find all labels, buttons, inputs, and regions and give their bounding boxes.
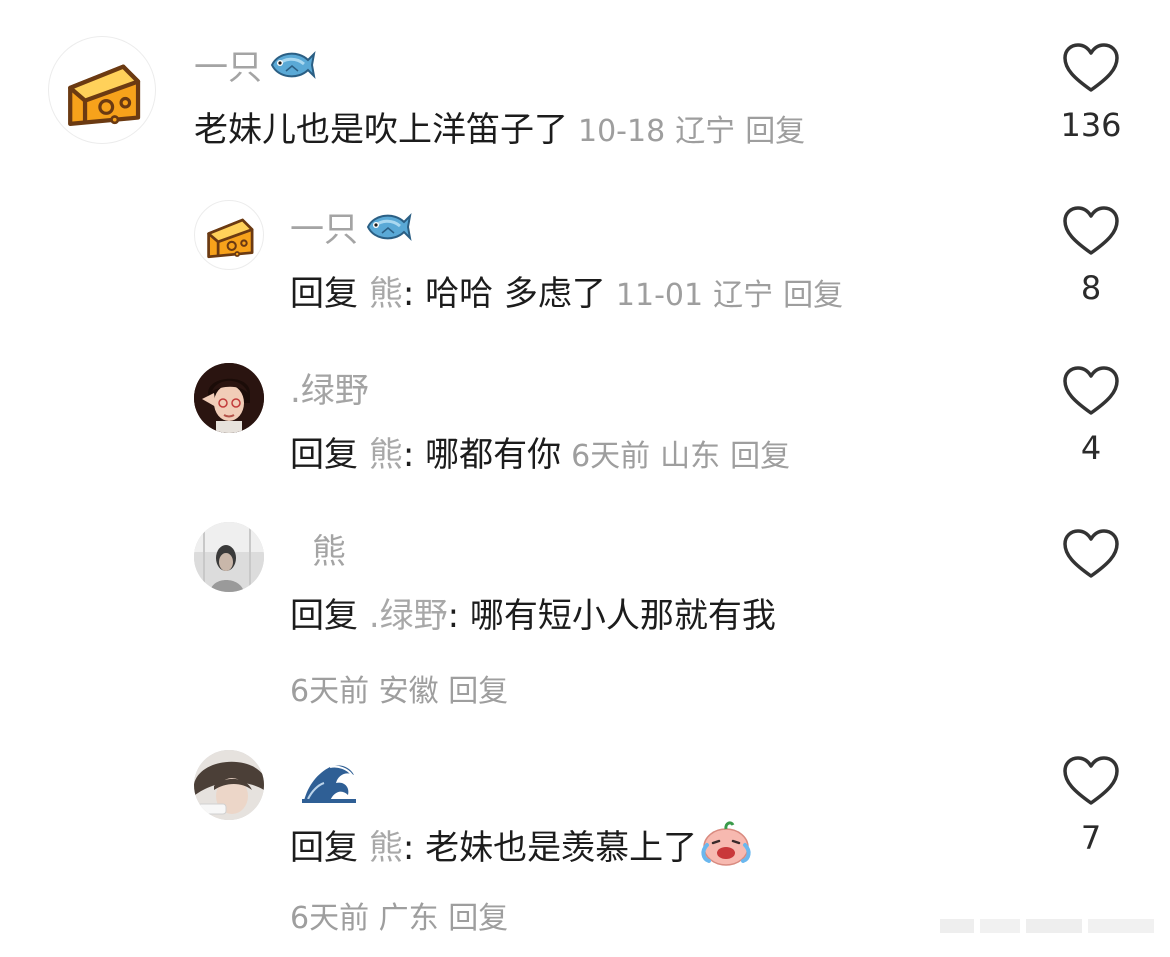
username[interactable]: 一只 bbox=[290, 208, 412, 255]
comment-text-row: 回复 熊: 哈哈 多虑了 11-01 辽宁 回复 bbox=[290, 272, 843, 318]
comment-text: : 哈哈 多虑了 bbox=[402, 274, 606, 314]
comment-date: 6天前 bbox=[571, 439, 651, 474]
watermark-graphic bbox=[940, 915, 1158, 937]
like-area: 8 bbox=[1060, 205, 1122, 307]
reply-target-user[interactable]: 熊 bbox=[369, 828, 403, 868]
comment-top-level: 一只 老妹儿也是吹上洋笛子了 10-18 辽宁 回复 136 bbox=[0, 0, 1170, 180]
like-area: 7 bbox=[1060, 755, 1122, 857]
reply-comment: .绿野 回复 熊: 哪都有你 6天前 山东 回复 4 bbox=[0, 345, 1170, 510]
heart-outline-icon[interactable] bbox=[1062, 42, 1120, 94]
comment-text-row: 老妹儿也是吹上洋笛子了 10-18 辽宁 回复 bbox=[194, 108, 805, 154]
comment-location: 广东 bbox=[378, 901, 439, 936]
heart-outline-icon[interactable] bbox=[1062, 528, 1120, 580]
comment-text: : 哪有短小人那就有我 bbox=[447, 596, 776, 636]
like-count: 136 bbox=[1060, 106, 1122, 144]
reply-prefix: 回复 bbox=[290, 828, 358, 868]
comment-text-row: 回复 熊: 老妹也是羡慕上了 bbox=[290, 821, 753, 878]
cheese-icon bbox=[68, 64, 141, 127]
comment-date: 10-18 bbox=[578, 114, 666, 149]
like-area: 4 bbox=[1060, 365, 1122, 467]
like-count: 4 bbox=[1080, 429, 1102, 467]
comment-text: 老妹儿也是吹上洋笛子了 bbox=[194, 110, 568, 150]
reply-button[interactable]: 回复 bbox=[448, 674, 508, 709]
username[interactable]: 一只 bbox=[194, 46, 316, 93]
comment-date: 6天前 bbox=[290, 901, 370, 936]
comment-location: 安徽 bbox=[378, 674, 439, 709]
fish-emoji-icon bbox=[268, 46, 316, 93]
comment-text-row: 回复 熊: 哪都有你 6天前 山东 回复 bbox=[290, 433, 790, 479]
heart-outline-icon[interactable] bbox=[1062, 365, 1120, 417]
reply-prefix: 回复 bbox=[290, 435, 358, 475]
reply-prefix: 回复 bbox=[290, 596, 358, 636]
reply-button[interactable]: 回复 bbox=[783, 278, 843, 313]
reply-prefix: 回复 bbox=[290, 274, 358, 314]
avatar-photo-icon bbox=[194, 750, 264, 820]
reply-comment: 一只 回复 熊: 哈哈 多虑了 11-01 辽宁 回复 8 bbox=[0, 180, 1170, 345]
reply-comment: 熊 回复 .绿野: 哪有短小人那就有我 6天前 安徽 回复 bbox=[0, 510, 1170, 735]
comment-location: 辽宁 bbox=[713, 278, 774, 313]
like-count: 8 bbox=[1080, 269, 1102, 307]
reply-button[interactable]: 回复 bbox=[745, 114, 805, 149]
laughing-cry-sticker-icon bbox=[699, 821, 753, 878]
heart-outline-icon[interactable] bbox=[1062, 755, 1120, 807]
like-area: 136 bbox=[1060, 42, 1122, 144]
heart-outline-icon[interactable] bbox=[1062, 205, 1120, 257]
comment-meta-row: 6天前 广东 回复 bbox=[290, 893, 508, 937]
comment-date: 11-01 bbox=[615, 278, 704, 313]
username[interactable]: 熊 bbox=[312, 532, 346, 572]
reply-button[interactable]: 回复 bbox=[730, 439, 790, 474]
avatar-cheese[interactable] bbox=[48, 36, 156, 144]
avatar-illustration-icon bbox=[194, 363, 264, 433]
reply-target-user[interactable]: 熊 bbox=[369, 435, 403, 475]
comment-text: : 老妹也是羡慕上了 bbox=[402, 828, 698, 868]
reply-target-user[interactable]: .绿野 bbox=[369, 596, 448, 636]
avatar-cheese[interactable] bbox=[194, 200, 264, 270]
username[interactable] bbox=[300, 755, 358, 814]
username-text: 一只 bbox=[290, 210, 358, 250]
avatar-user[interactable] bbox=[194, 750, 264, 820]
comment-location: 山东 bbox=[660, 439, 721, 474]
comment-location: 辽宁 bbox=[675, 114, 736, 149]
like-count: 7 bbox=[1080, 819, 1102, 857]
comment-text-row: 回复 .绿野: 哪有短小人那就有我 bbox=[290, 594, 776, 638]
avatar-user[interactable] bbox=[194, 363, 264, 433]
cheese-icon bbox=[207, 218, 254, 259]
avatar-photo-icon bbox=[194, 522, 264, 592]
username-text: 熊 bbox=[312, 532, 346, 572]
comment-date: 6天前 bbox=[290, 674, 370, 709]
fish-emoji-icon bbox=[364, 208, 412, 255]
wave-emoji-icon bbox=[300, 755, 358, 814]
comment-meta-row: 6天前 安徽 回复 bbox=[290, 666, 508, 710]
username-text: 一只 bbox=[194, 48, 262, 88]
reply-button[interactable]: 回复 bbox=[448, 901, 508, 936]
comment-text: : 哪都有你 bbox=[402, 435, 562, 475]
username[interactable]: .绿野 bbox=[290, 371, 369, 411]
reply-target-user[interactable]: 熊 bbox=[369, 274, 403, 314]
avatar-user[interactable] bbox=[194, 522, 264, 592]
username-text: .绿野 bbox=[290, 371, 369, 411]
like-area bbox=[1060, 528, 1122, 592]
